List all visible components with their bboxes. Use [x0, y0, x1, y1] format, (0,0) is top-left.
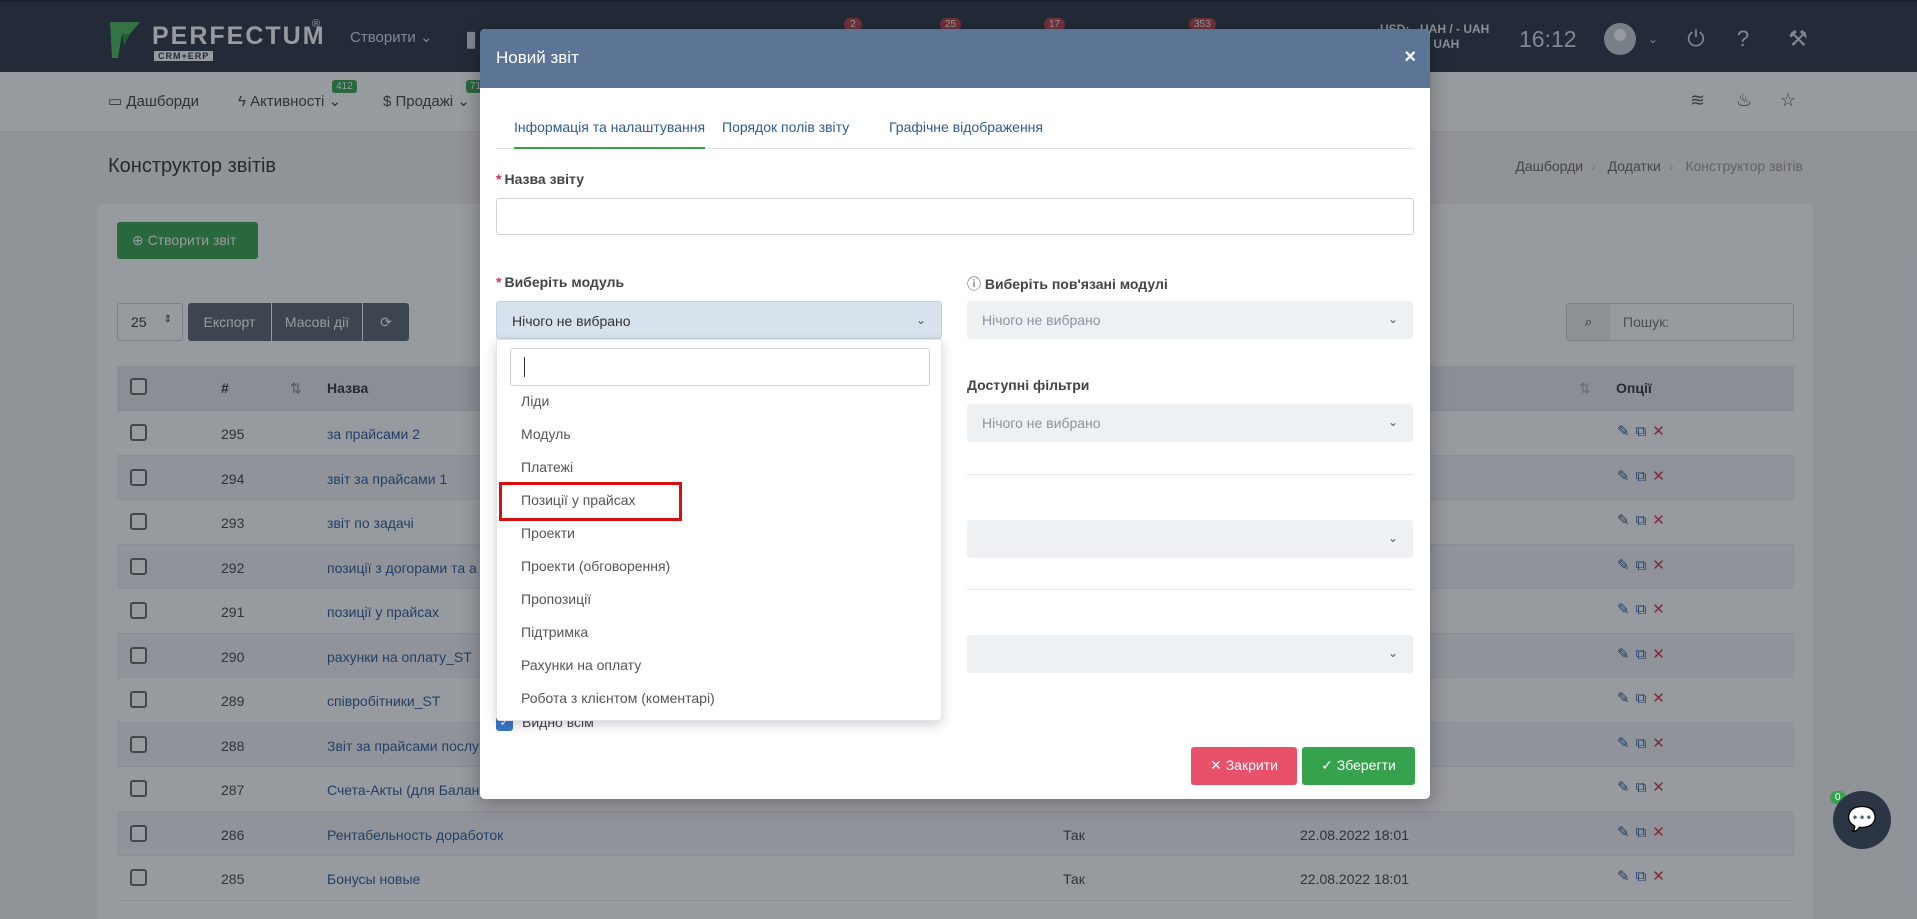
report-name-label-text: Назва звіту — [504, 171, 585, 187]
chat-bubble-icon: 💬 — [1847, 806, 1877, 833]
module-option[interactable]: Модуль — [521, 426, 571, 442]
save-button[interactable]: ✓ Зберегти — [1302, 747, 1415, 785]
module-option[interactable]: Робота з клієнтом (коментарі) — [521, 690, 715, 706]
modal-title: Новий звіт — [496, 48, 579, 67]
report-name-input[interactable] — [496, 198, 1414, 235]
select-3[interactable]: ⌄ — [967, 520, 1413, 558]
close-icon[interactable]: × — [1404, 46, 1416, 69]
tab-info[interactable]: Інформація та налаштування — [514, 119, 706, 149]
check-icon: ✓ — [1321, 757, 1337, 773]
close-button-label: Закрити — [1225, 757, 1278, 773]
related-modules-select[interactable]: Нічого не вибрано ⌄ — [967, 301, 1413, 339]
chevron-down-icon: ⌄ — [1387, 415, 1398, 429]
module-option[interactable]: Підтримка — [521, 624, 588, 640]
tab-graphics[interactable]: Графічне відображення — [889, 119, 1043, 135]
divider-2 — [967, 589, 1414, 590]
module-option[interactable]: Ліди — [521, 393, 549, 409]
chevron-down-icon: ⌄ — [1387, 531, 1398, 545]
report-name-label: * Назва звіту — [496, 171, 585, 187]
new-report-modal: Новий звіт × Інформація та налаштування … — [480, 29, 1430, 799]
filters-label: Доступні фільтри — [967, 377, 1090, 393]
select-4[interactable]: ⌄ — [967, 635, 1413, 673]
related-modules-label-text: Виберіть пов'язані модулі — [984, 276, 1168, 292]
filters-select-value: Нічого не вибрано — [982, 415, 1101, 431]
related-select-value: Нічого не вибрано — [982, 312, 1101, 328]
question-icon: ⓘ — [967, 276, 985, 292]
chevron-down-icon: ⌄ — [1387, 646, 1398, 660]
tab-field-order[interactable]: Порядок полів звіту — [722, 119, 849, 135]
module-option[interactable]: Рахунки на оплату — [521, 657, 641, 673]
divider — [967, 474, 1414, 475]
module-option[interactable]: Платежі — [521, 459, 573, 475]
chevron-down-icon: ⌄ — [1387, 312, 1398, 326]
module-select-value: Нічого не вибрано — [512, 313, 631, 329]
module-option[interactable]: Проекти (обговорення) — [521, 558, 670, 574]
dropdown-search-input[interactable] — [510, 348, 930, 386]
modal-header: Новий звіт × — [480, 29, 1430, 88]
module-label: * Виберіть модуль — [496, 274, 625, 290]
close-button[interactable]: ✕ Закрити — [1191, 747, 1297, 785]
related-modules-label: ⓘ Виберіть пов'язані модулі — [967, 274, 1168, 294]
module-option[interactable]: Проекти — [521, 525, 575, 541]
filters-select[interactable]: Нічого не вибрано ⌄ — [967, 404, 1413, 442]
close-x-icon: ✕ — [1210, 757, 1226, 773]
module-label-text: Виберіть модуль — [504, 274, 625, 290]
chevron-down-icon: ⌄ — [915, 313, 926, 327]
module-select[interactable]: Нічого не вибрано ⌄ — [496, 301, 942, 339]
module-dropdown: Ліди Модуль Платежі Позиції у прайсах Проект… — [496, 339, 942, 721]
module-option[interactable]: Пропозиції — [521, 591, 591, 607]
chat-button[interactable]: 💬 — [1833, 791, 1891, 849]
highlight-box — [499, 482, 682, 521]
save-button-label: Зберегти — [1336, 757, 1396, 773]
modal-tabs: Інформація та налаштування Порядок полів… — [496, 107, 1414, 149]
